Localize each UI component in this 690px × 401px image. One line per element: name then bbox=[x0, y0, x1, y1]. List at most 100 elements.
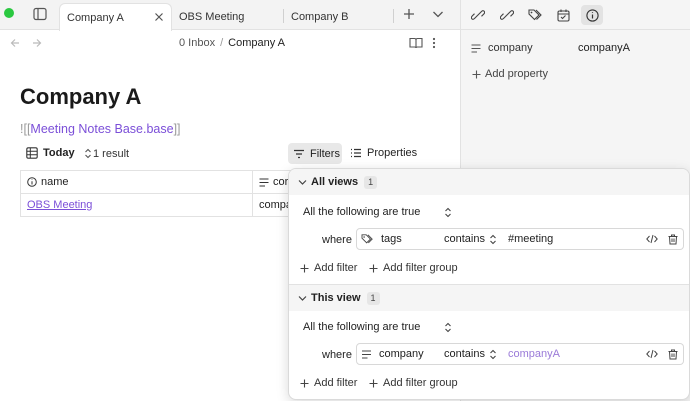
forward-arrow-icon[interactable] bbox=[32, 38, 42, 48]
filter-property-label: tags bbox=[381, 233, 402, 245]
list-icon bbox=[351, 148, 361, 158]
this-view-section-header[interactable]: This view 1 bbox=[289, 285, 689, 311]
filters-label: Filters bbox=[310, 147, 340, 160]
tab-label: Company B bbox=[291, 10, 349, 23]
reading-view-book-icon[interactable] bbox=[409, 37, 423, 49]
window-status-dot bbox=[4, 8, 14, 18]
table-header-row: name cor bbox=[20, 170, 313, 194]
tab-divider bbox=[393, 9, 394, 23]
chevron-down-icon bbox=[298, 295, 307, 301]
breadcrumb-current[interactable]: Company A bbox=[228, 37, 285, 49]
plus-icon bbox=[472, 70, 481, 78]
navigation-bar: 0 Inbox / Company A bbox=[0, 30, 460, 56]
add-filter-group-button[interactable]: Add filter group bbox=[369, 377, 458, 389]
new-tab-plus-icon[interactable] bbox=[403, 8, 415, 20]
code-toggle-icon bbox=[646, 349, 658, 359]
up-down-chevron-icon bbox=[84, 148, 91, 158]
filter-value-text: #meeting bbox=[508, 233, 554, 245]
properties-button[interactable]: Properties bbox=[350, 147, 417, 159]
tab-label: OBS Meeting bbox=[179, 10, 245, 23]
back-arrow-icon[interactable] bbox=[10, 38, 20, 48]
breadcrumb-folder[interactable]: 0 Inbox bbox=[179, 37, 215, 49]
outgoing-links-icon[interactable] bbox=[496, 5, 518, 25]
filters-button[interactable]: Filters bbox=[288, 143, 342, 164]
file-info-icon[interactable] bbox=[581, 5, 603, 25]
embed-close-brackets: ]] bbox=[173, 122, 181, 136]
where-label: where bbox=[322, 349, 352, 361]
page-title: Company A bbox=[20, 84, 142, 109]
tab-list-chevron-down-icon[interactable] bbox=[432, 9, 444, 19]
tab-obs-meeting[interactable]: OBS Meeting bbox=[172, 3, 282, 30]
breadcrumb: 0 Inbox / Company A bbox=[179, 37, 285, 49]
filter-property-label: company bbox=[379, 348, 424, 360]
up-down-chevron-icon bbox=[445, 207, 452, 217]
all-views-section-header[interactable]: All views 1 bbox=[289, 169, 689, 195]
view-selector-button[interactable]: Today bbox=[26, 147, 92, 159]
tags-icon[interactable] bbox=[524, 5, 546, 25]
embed-link[interactable]: Meeting Notes Base.base bbox=[30, 122, 173, 136]
table-row: OBS Meeting compa bbox=[20, 193, 313, 217]
note-link[interactable]: OBS Meeting bbox=[27, 199, 92, 211]
property-row[interactable]: company companyA bbox=[471, 42, 681, 54]
filter-operator-select[interactable]: contains bbox=[437, 228, 503, 250]
table-cell-name[interactable]: OBS Meeting bbox=[20, 193, 253, 217]
add-filter-button[interactable]: Add filter bbox=[300, 262, 357, 274]
view-name: Today bbox=[43, 147, 75, 159]
section-title: All views bbox=[311, 176, 359, 188]
filter-value-input[interactable]: companyA bbox=[502, 343, 684, 365]
filter-value-input[interactable]: #meeting bbox=[502, 228, 684, 250]
sidebar-toggle-icon[interactable] bbox=[33, 7, 47, 21]
plus-icon bbox=[369, 379, 378, 387]
chevron-down-icon bbox=[298, 179, 307, 185]
tab-company-b[interactable]: Company B bbox=[284, 3, 394, 30]
sidebar-tab-strip bbox=[461, 0, 690, 30]
column-header-label: name bbox=[41, 176, 69, 188]
add-filter-group-button[interactable]: Add filter group bbox=[369, 262, 458, 274]
text-lines-icon bbox=[259, 178, 269, 186]
add-filter-button[interactable]: Add filter bbox=[300, 377, 357, 389]
section-title: This view bbox=[311, 292, 361, 304]
add-filter-label: Add filter bbox=[314, 262, 358, 274]
filters-popover: All views 1 All the following are true w… bbox=[288, 168, 690, 400]
filter-operator-label: contains bbox=[444, 233, 485, 245]
add-property-label: Add property bbox=[485, 68, 548, 80]
column-header-label: cor bbox=[273, 176, 289, 188]
info-circle-icon bbox=[27, 177, 37, 187]
add-filter-group-label: Add filter group bbox=[383, 262, 458, 274]
up-down-chevron-icon bbox=[445, 322, 452, 332]
plus-icon bbox=[369, 264, 378, 272]
conjunction-select[interactable]: All the following are true bbox=[303, 206, 452, 218]
text-lines-icon bbox=[362, 350, 371, 358]
filter-count-badge: 1 bbox=[364, 175, 378, 189]
filter-property-select[interactable]: company bbox=[356, 343, 438, 365]
calendar-icon[interactable] bbox=[552, 5, 574, 25]
table-icon bbox=[26, 147, 38, 159]
add-filter-label: Add filter bbox=[314, 377, 358, 389]
tab-company-a[interactable]: Company A bbox=[59, 3, 172, 31]
property-key[interactable]: company bbox=[488, 42, 578, 54]
tab-label: Company A bbox=[67, 11, 124, 24]
backlinks-icon[interactable] bbox=[467, 5, 489, 25]
tags-icon bbox=[361, 233, 373, 244]
conjunction-label: All the following are true bbox=[303, 321, 421, 333]
base-table: name cor OBS Meeting compa bbox=[20, 170, 313, 217]
column-header-name[interactable]: name bbox=[20, 170, 253, 194]
where-label: where bbox=[322, 234, 352, 246]
plus-icon bbox=[300, 379, 309, 387]
add-filter-group-label: Add filter group bbox=[383, 377, 458, 389]
close-icon[interactable] bbox=[154, 12, 164, 22]
filter-property-select[interactable]: tags bbox=[356, 228, 438, 250]
base-embed-syntax: ![[Meeting Notes Base.base]] bbox=[20, 122, 181, 136]
tab-bar: Company A OBS Meeting Company B bbox=[0, 0, 460, 31]
text-lines-icon bbox=[471, 44, 481, 52]
code-toggle-icon bbox=[646, 234, 658, 244]
add-property-button[interactable]: Add property bbox=[472, 68, 548, 80]
property-value[interactable]: companyA bbox=[578, 42, 630, 54]
more-options-icon[interactable] bbox=[432, 37, 436, 49]
plus-icon bbox=[300, 264, 309, 272]
up-down-chevron-icon bbox=[490, 234, 496, 244]
embed-open-brackets: ![[ bbox=[20, 122, 31, 136]
filter-operator-select[interactable]: contains bbox=[437, 343, 503, 365]
filter-operator-label: contains bbox=[444, 348, 485, 360]
conjunction-select[interactable]: All the following are true bbox=[303, 321, 452, 333]
